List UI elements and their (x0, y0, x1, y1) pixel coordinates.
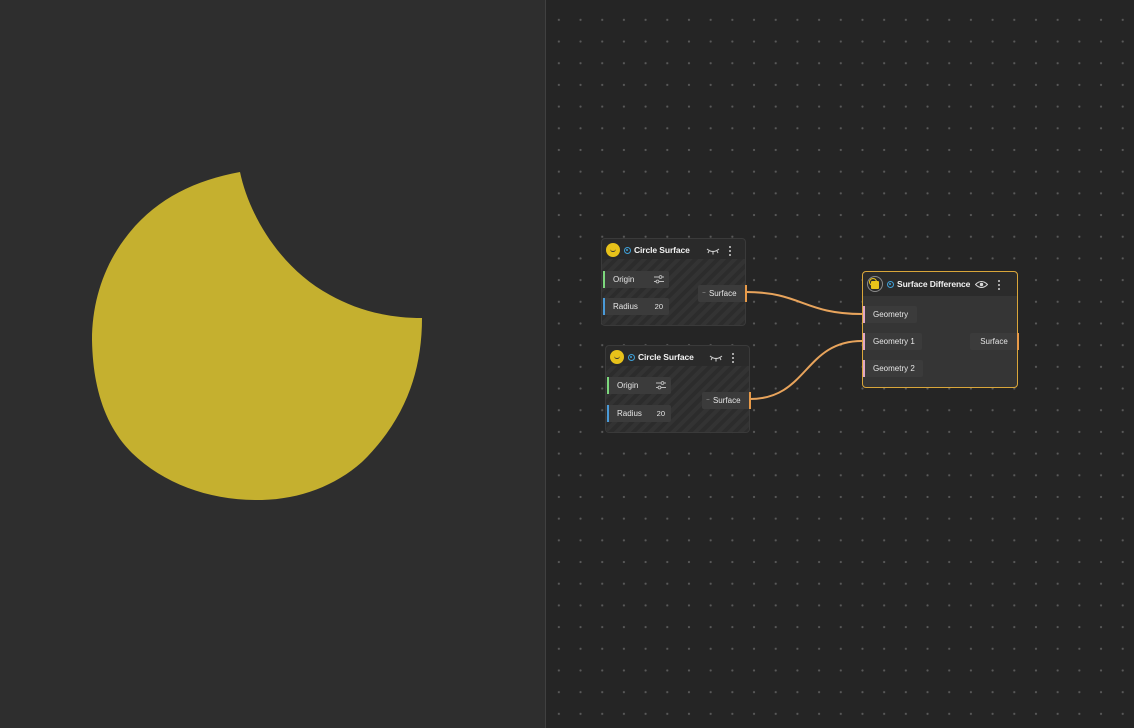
surface-type-icon: ⌣ (702, 290, 706, 296)
wire-circle1-to-geometry[interactable] (745, 291, 863, 315)
preview-viewport[interactable] (0, 0, 545, 728)
output-indicator (745, 285, 747, 302)
circle-surface-icon (606, 243, 620, 257)
output-port-surface[interactable]: ⌣ Surface (702, 392, 751, 409)
difference-surface-shape (92, 172, 422, 501)
input-port-radius[interactable]: Radius 20 (607, 405, 671, 422)
output-indicator (749, 392, 751, 409)
status-dot-icon (628, 353, 635, 361)
status-dot-icon (624, 246, 631, 254)
port-indicator (863, 306, 865, 323)
node-header[interactable]: Surface Difference (863, 272, 1017, 296)
sliders-icon[interactable] (656, 381, 666, 390)
eye-icon[interactable] (975, 280, 988, 289)
port-label: Origin (613, 275, 635, 284)
input-port-geometry[interactable]: Geometry (863, 306, 917, 323)
output-port-surface[interactable]: Surface (970, 333, 1019, 350)
input-port-geometry-1[interactable]: Geometry 1 (863, 333, 922, 350)
port-label: Geometry 1 (873, 337, 915, 346)
input-port-origin[interactable]: Origin (607, 377, 671, 394)
node-header[interactable]: Circle Surface (606, 346, 749, 368)
node-header[interactable]: Circle Surface (602, 239, 745, 261)
circle-surface-icon (610, 350, 624, 364)
port-indicator (607, 377, 609, 394)
input-port-geometry-2[interactable]: Geometry 2 (863, 360, 923, 377)
port-label: Radius (613, 302, 638, 311)
port-label: Surface (980, 337, 1008, 346)
sliders-icon[interactable] (654, 275, 664, 284)
app-root: Circle Surface Origin Radius 20 ⌣ Surfac… (0, 0, 1134, 728)
port-indicator (603, 298, 605, 315)
port-label: Surface (712, 396, 741, 405)
node-title: Circle Surface (638, 352, 694, 362)
radius-value[interactable]: 20 (655, 302, 663, 311)
port-label: Origin (617, 381, 639, 390)
circle-surface-node-1[interactable]: Circle Surface Origin Radius 20 ⌣ Surfac… (601, 238, 747, 326)
port-indicator (863, 333, 865, 350)
input-port-origin[interactable]: Origin (603, 271, 669, 288)
surface-type-icon: ⌣ (706, 397, 710, 403)
more-vertical-icon[interactable] (997, 280, 1001, 290)
surface-difference-node[interactable]: Surface Difference Geometry Geometry 1 G… (862, 271, 1019, 388)
node-title: Surface Difference (897, 279, 971, 289)
output-indicator (1017, 333, 1019, 350)
more-vertical-icon[interactable] (731, 353, 735, 363)
port-indicator (863, 360, 865, 377)
eye-closed-icon[interactable] (709, 354, 723, 362)
port-indicator (607, 405, 609, 422)
more-vertical-icon[interactable] (728, 246, 732, 256)
radius-value[interactable]: 20 (657, 409, 665, 418)
preview-canvas (92, 172, 422, 501)
circle-surface-node-2[interactable]: Circle Surface Origin Radius 20 ⌣ Surfac… (605, 345, 751, 433)
wire-circle2-to-geometry1[interactable] (749, 340, 863, 400)
port-label: Surface (708, 289, 737, 298)
input-port-radius[interactable]: Radius 20 (603, 298, 669, 315)
port-label: Geometry (873, 310, 909, 319)
status-dot-icon (887, 280, 894, 288)
eye-closed-icon[interactable] (706, 247, 720, 255)
output-port-surface[interactable]: ⌣ Surface (698, 285, 747, 302)
port-indicator (603, 271, 605, 288)
port-label: Radius (617, 409, 642, 418)
surface-difference-icon (867, 276, 883, 292)
node-title: Circle Surface (634, 245, 690, 255)
port-label: Geometry 2 (873, 364, 915, 373)
node-graph-canvas[interactable]: Circle Surface Origin Radius 20 ⌣ Surfac… (546, 0, 1134, 728)
